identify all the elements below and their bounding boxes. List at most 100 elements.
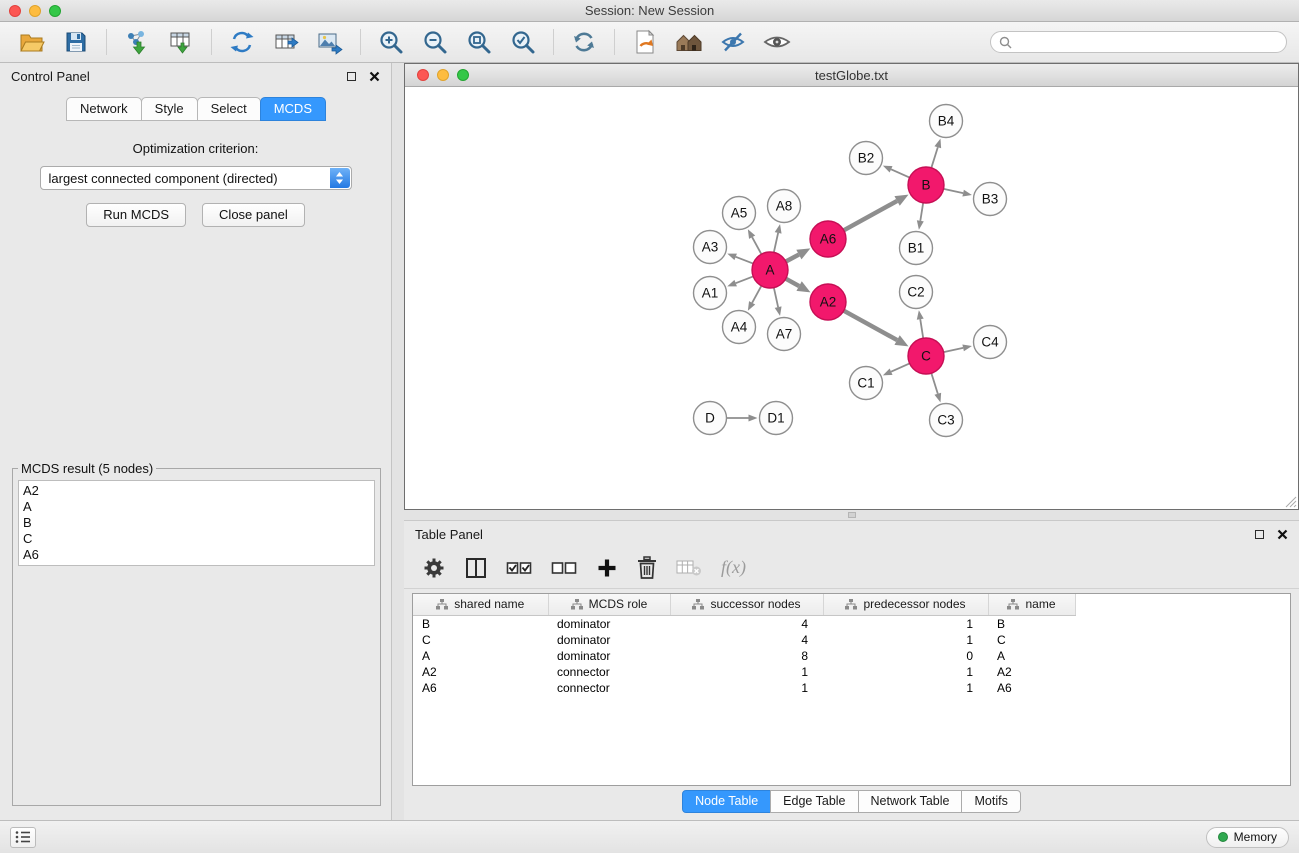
run-mcds-button[interactable]: Run MCDS (86, 203, 186, 227)
resize-handle-icon[interactable] (1284, 495, 1297, 508)
graph-node-A7[interactable]: A7 (768, 318, 801, 351)
zoom-out-button[interactable] (415, 25, 455, 59)
column-header-successor-nodes[interactable]: successor nodes (670, 594, 823, 615)
graph-edge-A-A6[interactable] (786, 255, 799, 262)
export-network-button[interactable] (222, 25, 262, 59)
tab-mcds[interactable]: MCDS (260, 97, 326, 121)
search-input[interactable] (1017, 35, 1278, 49)
tab-network[interactable]: Network (66, 97, 142, 121)
close-network-window-button[interactable] (417, 69, 429, 81)
graph-edge-A-A2[interactable] (786, 279, 799, 286)
graph-edge-A-A4[interactable] (752, 286, 761, 303)
cell-predecessor-nodes[interactable]: 1 (823, 615, 988, 632)
cell-shared-name[interactable]: B (413, 615, 548, 632)
minimize-window-button[interactable] (29, 5, 41, 17)
cell-name[interactable]: A6 (988, 680, 1075, 696)
open-session-button[interactable] (12, 25, 52, 59)
graph-node-A4[interactable]: A4 (723, 311, 756, 344)
cell-shared-name[interactable]: A2 (413, 664, 548, 680)
close-window-button[interactable] (9, 5, 21, 17)
graph-node-A5[interactable]: A5 (723, 197, 756, 230)
cell-mcds-role[interactable]: dominator (548, 632, 670, 648)
deselect-all-columns-button[interactable] (551, 557, 577, 579)
apply-layout-button[interactable] (564, 25, 604, 59)
cell-mcds-role[interactable]: connector (548, 664, 670, 680)
cell-name[interactable]: A2 (988, 664, 1075, 680)
cell-predecessor-nodes[interactable]: 1 (823, 680, 988, 696)
cell-successor-nodes[interactable]: 1 (670, 680, 823, 696)
eye-button[interactable] (757, 25, 797, 59)
cell-name[interactable]: A (988, 648, 1075, 664)
zoom-in-button[interactable] (371, 25, 411, 59)
cell-mcds-role[interactable]: dominator (548, 648, 670, 664)
float-table-panel-icon[interactable] (1255, 530, 1264, 539)
splitter-grip[interactable] (848, 512, 856, 518)
cell-mcds-role[interactable]: connector (548, 680, 670, 696)
zoom-fit-button[interactable] (459, 25, 499, 59)
graph-edge-B-B1[interactable] (920, 203, 923, 221)
graph-node-B1[interactable]: B1 (900, 232, 933, 265)
graph-node-D[interactable]: D (694, 402, 727, 435)
close-panel-button[interactable]: Close panel (202, 203, 305, 227)
search-box[interactable] (990, 31, 1287, 53)
table-row[interactable]: Adominator80A (413, 648, 1075, 664)
table-row[interactable]: Bdominator41B (413, 615, 1075, 632)
graph-node-B3[interactable]: B3 (974, 183, 1007, 216)
graph-node-D1[interactable]: D1 (760, 402, 793, 435)
graph-edge-A6-B[interactable] (844, 201, 897, 230)
graphics-details-button[interactable] (713, 25, 753, 59)
add-column-button[interactable] (596, 557, 618, 579)
zoom-network-window-button[interactable] (457, 69, 469, 81)
cell-shared-name[interactable]: A6 (413, 680, 548, 696)
graph-edge-A-A3[interactable] (736, 257, 754, 264)
cell-mcds-role[interactable]: dominator (548, 615, 670, 632)
graph-node-C2[interactable]: C2 (900, 276, 933, 309)
import-table-button[interactable] (161, 25, 201, 59)
zoom-selected-button[interactable] (503, 25, 543, 59)
graph-edge-C-C4[interactable] (944, 348, 964, 352)
graph-edge-B-B3[interactable] (944, 189, 964, 193)
graph-edge-A-A7[interactable] (774, 288, 778, 308)
document-arrow-button[interactable] (625, 25, 665, 59)
select-all-columns-button[interactable] (506, 557, 532, 579)
graph-edge-C-C3[interactable] (931, 373, 937, 394)
delete-column-button[interactable] (637, 556, 657, 580)
graph-node-C[interactable]: C (908, 338, 944, 374)
graph-node-C4[interactable]: C4 (974, 326, 1007, 359)
vertical-splitter[interactable] (392, 63, 404, 820)
float-panel-icon[interactable] (347, 72, 356, 81)
cell-successor-nodes[interactable]: 1 (670, 664, 823, 680)
graph-edge-A-A8[interactable] (774, 233, 778, 253)
cell-successor-nodes[interactable]: 8 (670, 648, 823, 664)
column-header-name[interactable]: name (988, 594, 1075, 615)
graph-edge-A-A5[interactable] (752, 237, 761, 254)
tab-select[interactable]: Select (197, 97, 261, 121)
zoom-window-button[interactable] (49, 5, 61, 17)
table-settings-button[interactable] (422, 556, 446, 580)
graph-node-B2[interactable]: B2 (850, 142, 883, 175)
import-network-button[interactable] (117, 25, 157, 59)
graph-node-A8[interactable]: A8 (768, 190, 801, 223)
close-table-panel-icon[interactable] (1277, 529, 1288, 540)
cell-predecessor-nodes[interactable]: 1 (823, 632, 988, 648)
mcds-result-item[interactable]: A (23, 499, 370, 515)
minimize-network-window-button[interactable] (437, 69, 449, 81)
cell-shared-name[interactable]: C (413, 632, 548, 648)
delete-table-button[interactable] (676, 558, 702, 578)
column-header-predecessor-nodes[interactable]: predecessor nodes (823, 594, 988, 615)
cell-shared-name[interactable]: A (413, 648, 548, 664)
mcds-result-item[interactable]: C (23, 531, 370, 547)
save-session-button[interactable] (56, 25, 96, 59)
graph-edge-A-A1[interactable] (736, 276, 754, 283)
horizontal-splitter[interactable] (404, 510, 1299, 520)
graph-node-B[interactable]: B (908, 167, 944, 203)
export-table-button[interactable] (266, 25, 306, 59)
graph-edge-A2-C[interactable] (844, 311, 897, 340)
tab-style[interactable]: Style (141, 97, 198, 121)
show-columns-button[interactable] (465, 557, 487, 579)
cell-predecessor-nodes[interactable]: 0 (823, 648, 988, 664)
mcds-result-list[interactable]: A2ABCA6 (18, 480, 375, 566)
graph-node-A[interactable]: A (752, 252, 788, 288)
graph-node-A6[interactable]: A6 (810, 221, 846, 257)
mcds-result-item[interactable]: A2 (23, 483, 370, 499)
